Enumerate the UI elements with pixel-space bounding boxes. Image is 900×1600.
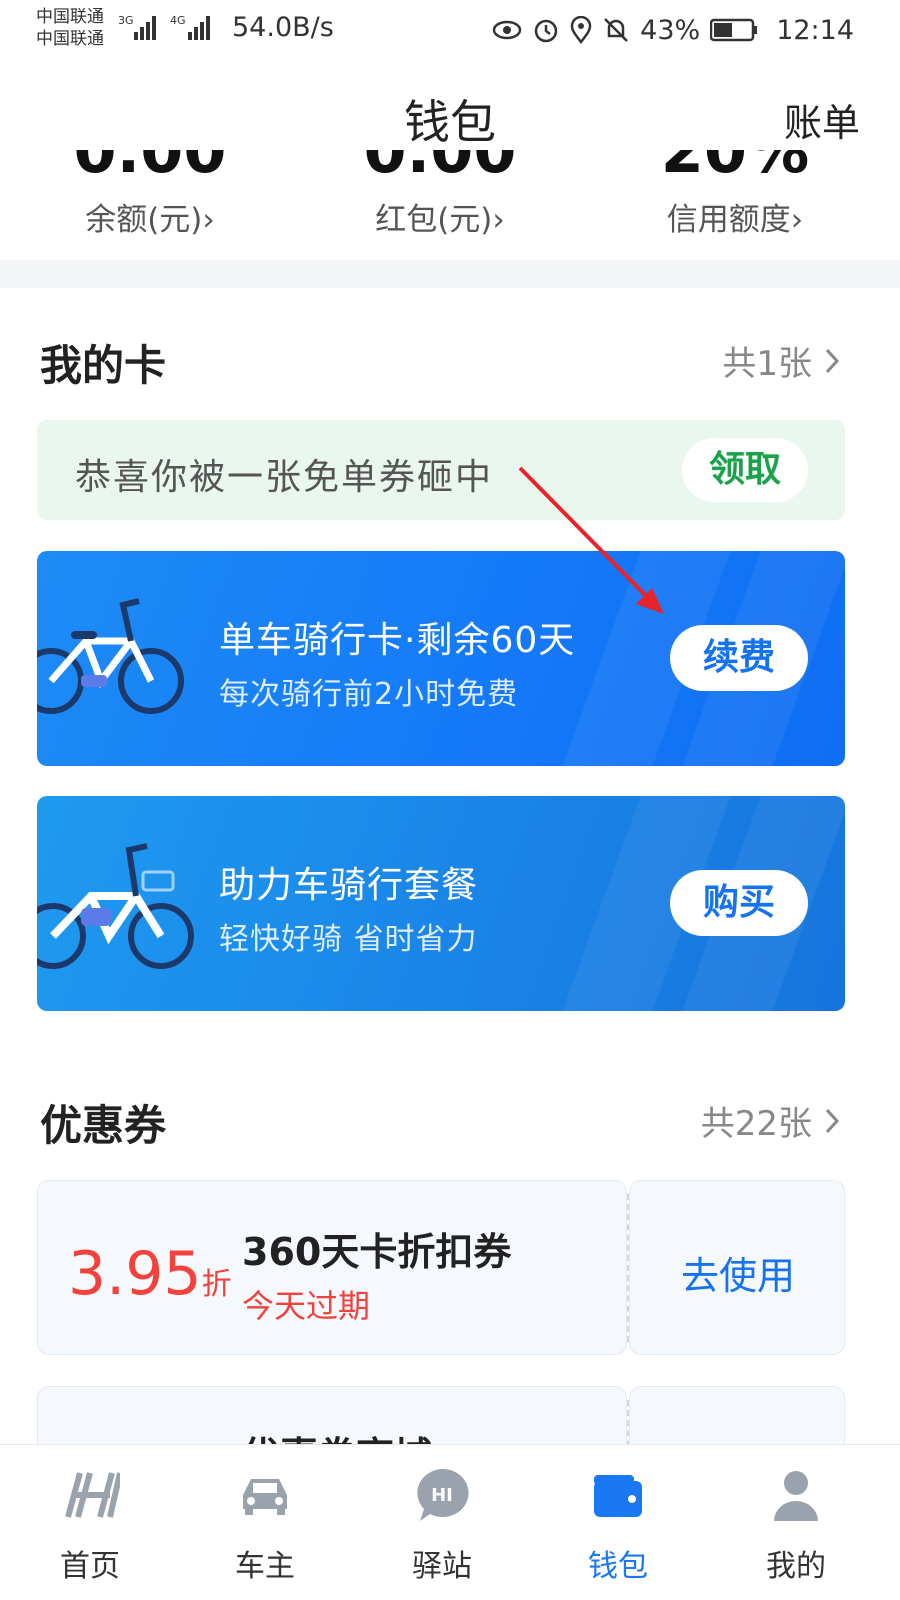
- location-icon: [570, 16, 592, 44]
- home-logo-icon: [65, 1472, 120, 1518]
- discount-value: 3.95: [68, 1239, 202, 1309]
- bike-card-title: 单车骑行卡·剩余60天: [219, 620, 576, 661]
- tab-me[interactable]: 我的: [706, 1445, 886, 1600]
- balance-label: 余额(元)›: [85, 202, 215, 238]
- tab-station-label: 驿站: [412, 1549, 472, 1584]
- battery-percent: 43%: [640, 14, 701, 46]
- chat-bubble-icon: HI: [417, 1468, 469, 1521]
- tab-owner-label: 车主: [235, 1549, 295, 1584]
- claim-button[interactable]: 领取: [682, 438, 808, 502]
- promo-text: 恭喜你被一张免单券砸中: [75, 457, 494, 498]
- ebike-card[interactable]: 助力车骑行套餐 轻快好骑 省时省力 购买: [37, 796, 845, 1011]
- chevron-right-icon: [825, 1108, 840, 1133]
- status-icons: 43% 12:14: [492, 10, 854, 50]
- discount-unit: 折: [201, 1267, 232, 1302]
- battery-icon: [710, 18, 758, 42]
- tab-wallet-label: 钱包: [588, 1549, 648, 1584]
- bottom-tab-bar: 首页 车主 HI 驿站 钱包 我的: [0, 1444, 900, 1600]
- coupons-count: 共22张: [700, 1104, 812, 1144]
- signal-3g-icon: 3G: [118, 14, 156, 40]
- clock: 12:14: [776, 14, 854, 46]
- wallet-icon: [594, 1475, 642, 1517]
- tab-home[interactable]: 首页: [0, 1445, 180, 1600]
- redpacket-item[interactable]: 0.00 红包(元)›: [290, 150, 590, 239]
- bike-card-subtitle: 每次骑行前2小时免费: [219, 677, 519, 712]
- coupon-expiry: 今天过期: [242, 1287, 371, 1325]
- page-title: 钱包: [404, 95, 496, 149]
- use-coupon-button[interactable]: 去使用: [630, 1245, 846, 1300]
- alarm-icon: [534, 19, 558, 43]
- balance-value: 0.00: [0, 150, 300, 186]
- signal-4g-icon: 4G: [170, 14, 210, 40]
- coupon-info: 3.95折 360天卡折扣券 今天过期: [37, 1180, 627, 1355]
- renew-button[interactable]: 续费: [670, 625, 808, 691]
- eye-icon: [492, 20, 522, 40]
- carrier-1: 中国联通: [36, 7, 104, 27]
- credit-value: 20%: [585, 150, 885, 186]
- coupon-discount: 3.95折: [68, 1239, 232, 1309]
- ebike-card-title: 助力车骑行套餐: [219, 865, 479, 906]
- free-coupon-promo: 恭喜你被一张免单券砸中 领取: [37, 420, 845, 520]
- my-cards-title: 我的卡: [40, 341, 167, 390]
- redpacket-value: 0.00: [290, 150, 590, 186]
- wallet-summary: 0.00 余额(元)› 0.00 红包(元)› 20% 信用额度›: [0, 150, 900, 260]
- credit-item[interactable]: 20% 信用额度›: [585, 150, 885, 239]
- tab-me-label: 我的: [766, 1549, 826, 1584]
- credit-label: 信用额度›: [666, 202, 804, 238]
- carrier-info: 中国联通 中国联通: [36, 6, 104, 50]
- my-cards-more[interactable]: 共1张: [722, 336, 840, 385]
- coupons-title: 优惠券: [40, 1101, 167, 1150]
- car-icon: [243, 1479, 287, 1515]
- net-label-3g: 3G: [118, 14, 134, 27]
- tab-home-label: 首页: [60, 1549, 120, 1584]
- coupon-name: 360天卡折扣券: [242, 1230, 512, 1274]
- net-label-4g: 4G: [170, 14, 186, 27]
- my-cards-count: 共1张: [722, 344, 812, 384]
- hi-badge-text: HI: [431, 1485, 453, 1506]
- tab-station[interactable]: HI 驿站: [352, 1445, 532, 1600]
- coupon-action[interactable]: 去使用: [629, 1180, 845, 1355]
- chevron-right-icon: [825, 348, 840, 373]
- bicycle-icon: [37, 598, 184, 714]
- wallet-page: 中国联通 中国联通 3G 4G 54.0B/s 43% 12:14 钱包 账单: [0, 0, 900, 1600]
- tab-owner[interactable]: 车主: [175, 1445, 355, 1600]
- bike-card[interactable]: 单车骑行卡·剩余60天 每次骑行前2小时免费 续费: [37, 551, 845, 766]
- redpacket-label: 红包(元)›: [375, 202, 505, 238]
- network-speed: 54.0B/s: [232, 12, 334, 43]
- bill-button[interactable]: 账单: [784, 92, 860, 147]
- buy-button[interactable]: 购买: [670, 870, 808, 936]
- section-divider: [0, 260, 900, 288]
- balance-item[interactable]: 0.00 余额(元)›: [0, 150, 300, 239]
- mute-bell-icon: [604, 18, 629, 42]
- ebike-icon: [37, 843, 194, 969]
- status-bar: 中国联通 中国联通 3G 4G 54.0B/s 43% 12:14: [0, 0, 900, 64]
- user-icon: [774, 1471, 818, 1521]
- coupon-item: 3.95折 360天卡折扣券 今天过期 去使用: [37, 1180, 845, 1355]
- tab-wallet[interactable]: 钱包: [528, 1445, 708, 1600]
- coupons-more[interactable]: 共22张: [701, 1096, 840, 1145]
- ebike-card-subtitle: 轻快好骑 省时省力: [219, 922, 478, 957]
- carrier-2: 中国联通: [36, 29, 104, 49]
